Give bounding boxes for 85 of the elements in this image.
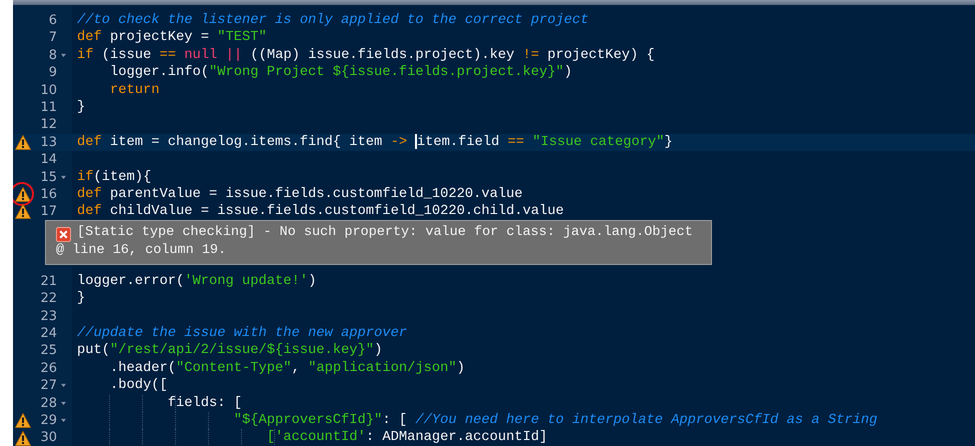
code-operator: ==: [160, 48, 176, 63]
code-keyword: def: [77, 30, 102, 46]
code-comment: //update the issue with the new approver: [77, 326, 408, 342]
code-text: ): [456, 360, 465, 376]
code-string: "/rest/api/2/issue/${issue.key}": [110, 343, 374, 358]
code-string: "Wrong Project ${issue.fields.project.key}": [209, 65, 564, 80]
fold-caret-icon[interactable]: [60, 383, 66, 388]
code-string: ['accountId': [266, 430, 366, 446]
fold-caret-icon[interactable]: [60, 418, 66, 424]
code-text: ((Map) issue.fields.project).key: [249, 48, 516, 63]
code-text: logger.info(: [109, 65, 210, 80]
code-text: : [: [382, 412, 408, 428]
code-string: 'Wrong update!': [184, 274, 308, 289]
code-text: childValue = issue.fields.customfield_10220.child.value: [109, 204, 564, 220]
code-text: projectKey =: [109, 30, 210, 46]
code-keyword: return: [109, 82, 160, 98]
code-text: .header(: [109, 360, 176, 376]
code-text: parentValue = issue.fields.customfield_10220.value: [109, 186, 523, 202]
code-keyword: def: [77, 204, 102, 220]
code-text: projectKey) {: [546, 48, 655, 63]
code-text: : ADManager.accountId]: [366, 430, 548, 446]
code-text: }: [664, 134, 673, 150]
warning-icon[interactable]: [15, 187, 31, 202]
code-text: }: [77, 100, 86, 115]
line-number: 14: [39, 151, 57, 169]
error-message: @ line 16, column 19.: [56, 242, 228, 260]
line-number: 30: [39, 429, 57, 446]
code-text: }: [77, 291, 86, 306]
code-keyword: def: [77, 134, 102, 150]
code-string: "${ApproversCfId}": [232, 412, 382, 428]
code-operator: !=: [522, 48, 540, 63]
warning-icon[interactable]: [15, 204, 31, 220]
code-text: ): [564, 65, 572, 80]
code-keyword: def: [77, 186, 102, 202]
line-number: 28: [39, 394, 57, 412]
line-number: 22: [39, 290, 57, 308]
code-text: ): [374, 343, 382, 358]
line-number: 11: [39, 98, 57, 116]
line-number: 21: [39, 272, 57, 290]
line-number: 8: [48, 46, 57, 64]
code-text: .body([: [109, 378, 168, 394]
code-text: item = changelog.items.find{ item: [109, 134, 384, 150]
line-number: 25: [39, 342, 57, 360]
error-message: [Static type checking] - No such property: value for class: java.lang.Object: [77, 224, 693, 242]
line-number: 9: [48, 64, 57, 82]
line-number: 27: [39, 377, 57, 395]
line-number: 29: [39, 412, 57, 430]
line-number: 13: [39, 134, 57, 152]
code-constant: null: [183, 48, 218, 63]
line-number: 17: [39, 203, 57, 221]
line-number: 23: [39, 308, 57, 326]
fold-caret-icon[interactable]: [60, 400, 66, 406]
code-operator: ==: [508, 134, 524, 150]
line-number: 15: [39, 168, 57, 186]
line-number: 16: [39, 186, 57, 204]
line-number: 26: [39, 360, 57, 378]
code-string: "Issue category": [531, 134, 664, 150]
warning-icon[interactable]: [15, 134, 31, 150]
warning-icon[interactable]: [15, 430, 31, 446]
code-string: "TEST": [217, 30, 267, 46]
code-text: (item){: [94, 170, 152, 185]
code-string: "application/json": [308, 360, 457, 376]
line-number: 12: [39, 116, 57, 134]
warning-icon[interactable]: [15, 413, 31, 428]
code-constant: ||: [224, 48, 242, 63]
code-text: put(: [77, 343, 110, 358]
code-text: ): [308, 274, 316, 289]
code-keyword: if: [77, 48, 94, 63]
line-number: 24: [39, 325, 57, 342]
code-text: logger.error(: [77, 274, 184, 289]
text-cursor: [415, 134, 417, 149]
fold-caret-icon[interactable]: [60, 174, 66, 180]
code-operator: ->: [390, 134, 408, 150]
code-text: fields: [: [166, 396, 242, 411]
code-text: item.field: [416, 134, 500, 150]
code-keyword: if: [77, 170, 94, 185]
line-number: 7: [48, 29, 57, 47]
code-comment: //to check the listener is only applied to the correct project: [77, 13, 589, 28]
code-string: "Content-Type": [176, 360, 292, 376]
line-number: 10: [39, 82, 57, 99]
code-comment: //You need here to interpolate ApproversCfId as a String: [415, 412, 878, 428]
fold-caret-icon[interactable]: [60, 52, 66, 58]
code-text: (issue: [100, 48, 152, 63]
code-text: ,: [292, 360, 301, 376]
line-number: 6: [48, 12, 57, 30]
